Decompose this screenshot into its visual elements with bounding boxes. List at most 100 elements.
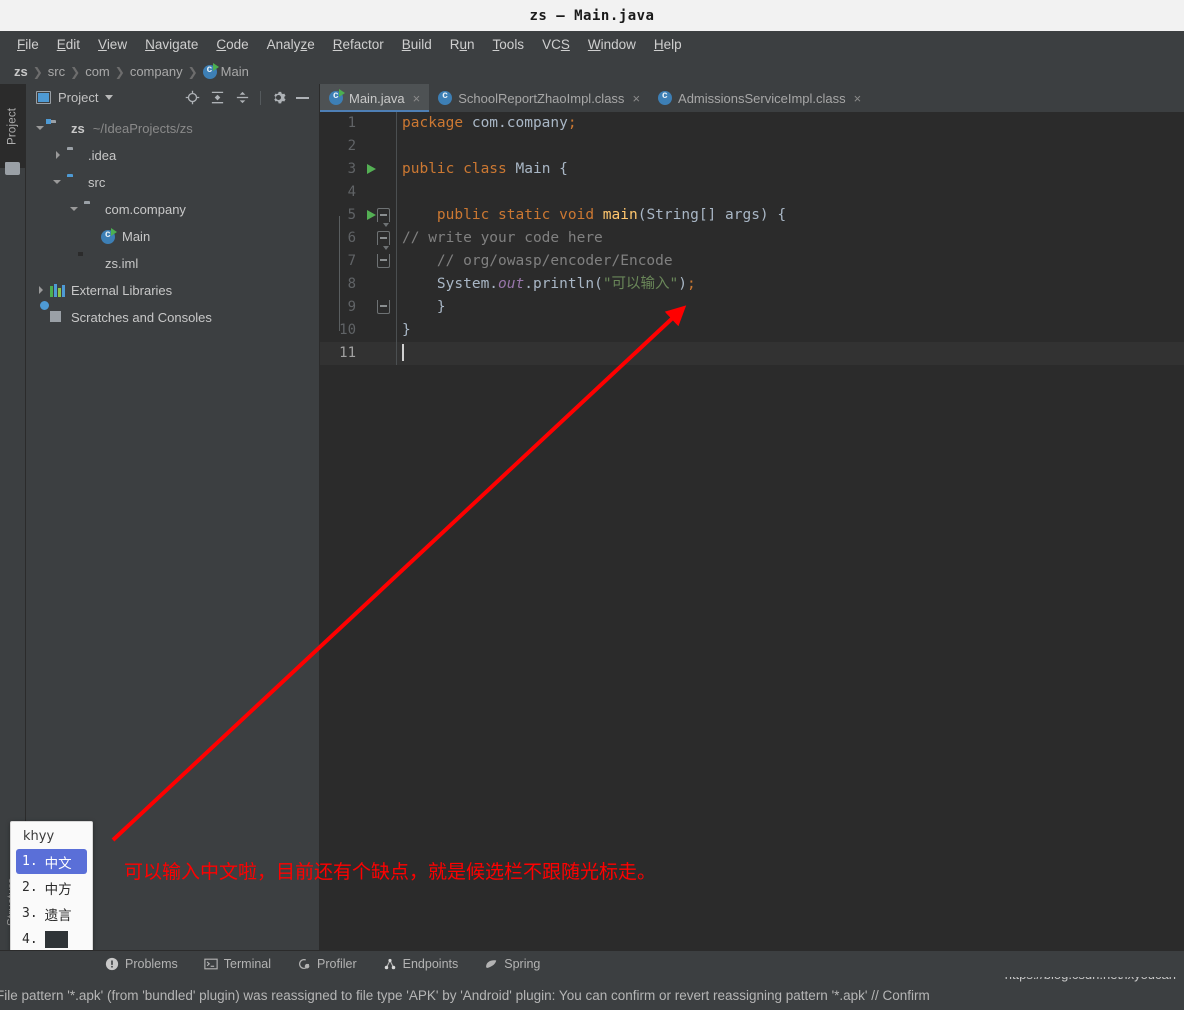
code-line[interactable]: 1 package com.company; [320, 112, 1184, 135]
menu-item-analyze[interactable]: Analyze [258, 34, 324, 55]
code-line[interactable]: 7 // org/owasp/encoder/Encode [320, 250, 1184, 273]
status-bar: File pattern '*.apk' (from 'bundled' plu… [0, 977, 1184, 1010]
code-lines[interactable]: 1 package com.company; 2 3 public class Main… [320, 112, 1184, 951]
close-icon[interactable]: × [632, 91, 640, 106]
tree-node[interactable]: Main [26, 223, 319, 250]
breadcrumb-item-company[interactable]: company [126, 64, 187, 79]
tree-node[interactable]: Scratches and Consoles [26, 299, 319, 331]
java-class-icon [658, 90, 673, 105]
menu-item-help[interactable]: Help [645, 34, 691, 55]
bottom-bar-item-profiler[interactable]: Profiler [297, 957, 357, 971]
editor-gutter[interactable] [364, 181, 396, 204]
run-icon[interactable] [367, 164, 376, 174]
line-number: 9 [347, 299, 356, 315]
tree-node[interactable]: External Libraries [26, 277, 319, 304]
editor-tab[interactable]: AdmissionsServiceImpl.class × [649, 84, 870, 112]
fold-marker-icon[interactable] [377, 300, 390, 314]
ime-candidate[interactable]: 3. 遗言 [16, 901, 87, 926]
chevron-down-icon[interactable] [53, 177, 64, 188]
close-icon[interactable]: × [854, 91, 862, 106]
menu-item-edit[interactable]: Edit [48, 34, 89, 55]
chevron-down-icon[interactable] [105, 95, 114, 100]
code-line[interactable]: 6 // write your code here [320, 227, 1184, 250]
breadcrumb-item-main[interactable]: Main [217, 64, 253, 79]
ime-candidate[interactable]: 2. 中方 [16, 875, 87, 900]
code-token: // write your code here [402, 230, 603, 246]
ime-candidate[interactable]: 1. 中文 [16, 849, 87, 874]
code-token: ; [687, 276, 696, 292]
tree-node[interactable]: zs ~/IdeaProjects/zs [26, 115, 319, 142]
folder-icon [5, 162, 20, 175]
editor-gutter[interactable] [364, 204, 396, 227]
editor-gutter[interactable] [364, 227, 396, 250]
menu-item-refactor[interactable]: Refactor [324, 34, 393, 55]
project-view-icon [36, 91, 51, 104]
editor-gutter[interactable] [364, 342, 396, 365]
code-editor[interactable]: 1 package com.company; 2 3 public class Main… [320, 112, 1184, 951]
ime-candidate[interactable]: 4. [16, 927, 87, 952]
editor-gutter[interactable] [364, 158, 396, 181]
chevron-right-icon[interactable] [53, 150, 64, 161]
code-token: public class [402, 161, 516, 177]
menu-item-navigate[interactable]: Navigate [136, 34, 207, 55]
tree-node[interactable]: src [26, 169, 319, 196]
code-line[interactable]: 5 public static void main(String[] args)… [320, 204, 1184, 227]
collapse-all-icon[interactable] [235, 90, 250, 105]
chevron-right-icon[interactable] [36, 285, 47, 296]
tree-node[interactable]: .idea [26, 142, 319, 169]
breadcrumb-item-com[interactable]: com [81, 64, 114, 79]
menu-item-tools[interactable]: Tools [484, 34, 534, 55]
bottom-bar-item-endpoints[interactable]: Endpoints [383, 957, 458, 971]
editor-gutter[interactable] [364, 112, 396, 135]
editor-gutter[interactable] [364, 273, 396, 296]
project-panel-actions [185, 90, 315, 105]
menu-item-build[interactable]: Build [393, 34, 441, 55]
tree-node[interactable]: zs.iml [26, 250, 319, 277]
code-line[interactable]: 11 [320, 342, 1184, 365]
code-line[interactable]: 3 public class Main { [320, 158, 1184, 181]
locate-icon[interactable] [185, 90, 200, 105]
code-token: } [402, 322, 411, 338]
chevron-down-icon[interactable] [70, 204, 81, 215]
breadcrumb-separator: ❯ [114, 64, 125, 79]
code-line[interactable]: 8 System.out.println("可以输入"); [320, 273, 1184, 296]
code-token: ; [567, 115, 577, 131]
code-line[interactable]: 2 [320, 135, 1184, 158]
menu-item-code[interactable]: Code [207, 34, 257, 55]
editor-gutter[interactable] [364, 296, 396, 319]
tree-node[interactable]: com.company [26, 196, 319, 223]
bottom-bar-item-terminal[interactable]: Terminal [204, 957, 271, 971]
editor-gutter[interactable] [364, 319, 396, 342]
menu-item-vcs[interactable]: VCS [533, 34, 579, 55]
run-icon[interactable] [367, 210, 376, 220]
editor-gutter[interactable] [364, 250, 396, 273]
menu-item-run[interactable]: Run [441, 34, 484, 55]
fold-marker-icon[interactable] [377, 231, 390, 250]
hide-panel-icon[interactable] [296, 96, 309, 99]
close-icon[interactable]: × [413, 91, 421, 106]
chevron-down-icon[interactable] [36, 123, 47, 134]
fold-marker-icon[interactable] [377, 208, 390, 227]
menu-item-view[interactable]: View [89, 34, 136, 55]
bottom-bar-item-problems[interactable]: Problems [105, 957, 178, 971]
tool-window-tab-project[interactable]: Project [0, 84, 25, 168]
bottom-bar-item-spring[interactable]: Spring [484, 957, 540, 971]
breadcrumb-separator: ❯ [187, 64, 198, 79]
text-caret [402, 343, 404, 361]
code-line[interactable]: 10} [320, 319, 1184, 342]
menu-item-window[interactable]: Window [579, 34, 645, 55]
editor-tab[interactable]: Main.java × [320, 84, 430, 112]
breadcrumb-item-zs[interactable]: zs [10, 64, 32, 79]
fold-marker-icon[interactable] [377, 254, 390, 268]
code-line[interactable]: 9 } [320, 296, 1184, 319]
code-line[interactable]: 4 [320, 181, 1184, 204]
editor-tab[interactable]: SchoolReportZhaoImpl.class × [429, 84, 649, 112]
expand-all-icon[interactable] [210, 90, 225, 105]
code-token: Main [515, 161, 560, 177]
breadcrumb-item-src[interactable]: src [44, 64, 69, 79]
editor-gutter[interactable] [364, 135, 396, 158]
settings-gear-icon[interactable] [271, 90, 286, 105]
menu-item-file[interactable]: File [8, 34, 48, 55]
watermark-url: https://blog.csdn.net/lxyoucan [1005, 977, 1176, 982]
